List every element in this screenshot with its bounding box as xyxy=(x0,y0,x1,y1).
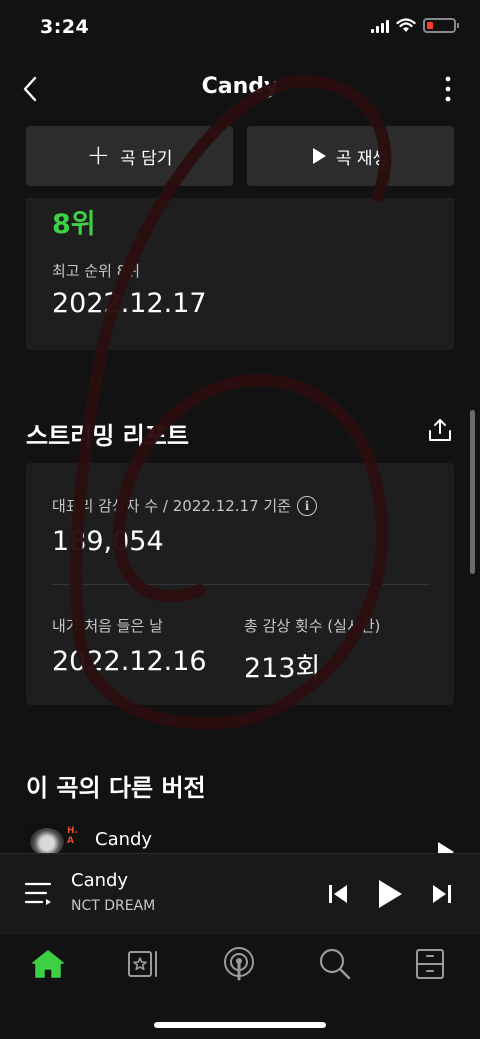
battery-icon xyxy=(423,18,459,33)
play-icon xyxy=(312,148,326,164)
queue-icon[interactable] xyxy=(24,878,54,908)
peak-rank-label: 최고 순위 8위 xyxy=(52,262,141,280)
other-versions-title: 이 곡의 다른 버전 xyxy=(26,774,206,802)
more-options-button[interactable] xyxy=(432,72,464,106)
more-vertical-icon xyxy=(445,76,451,102)
share-icon xyxy=(429,419,451,441)
first-listen-label: 내가 처음 들은 날 xyxy=(52,617,163,635)
album-art-image xyxy=(30,828,64,854)
current-rank: 8위 xyxy=(52,209,96,240)
version-title[interactable]: Candy xyxy=(95,829,152,850)
info-icon[interactable]: i xyxy=(296,495,317,516)
listener-count: 189,054 xyxy=(52,526,164,557)
skip-previous-icon xyxy=(329,885,347,903)
search-icon xyxy=(319,948,351,980)
share-button[interactable] xyxy=(424,414,456,446)
page-title: Candy xyxy=(201,74,279,99)
chart-rank-card: 8위 최고 순위 8위 2022.12.17 xyxy=(26,198,454,350)
peak-rank-date: 2022.12.17 xyxy=(52,288,207,319)
nav-search[interactable] xyxy=(311,944,359,984)
play-button[interactable] xyxy=(372,876,408,912)
previous-button[interactable] xyxy=(320,876,356,912)
listener-count-label: 대표리 감상자 수 / 2022.12.17 기준 xyxy=(52,497,291,515)
add-song-button[interactable]: + 곡 담기 xyxy=(26,126,233,186)
play-song-label: 곡 재생 xyxy=(335,148,389,169)
streaming-report-card: 대표리 감상자 수 / 2022.12.17 기준 i 189,054 내가 처… xyxy=(26,463,454,705)
now-playing-artist: NCT DREAM xyxy=(71,898,156,914)
play-song-button[interactable]: 곡 재생 xyxy=(247,126,454,186)
divider xyxy=(52,584,430,585)
total-plays-label: 총 감상 횟수 (실시간) xyxy=(244,617,381,635)
total-plays-value: 213회 xyxy=(244,653,321,684)
cellular-signal-icon xyxy=(371,19,389,33)
home-icon xyxy=(32,950,64,978)
first-listen-date: 2022.12.16 xyxy=(52,646,207,677)
status-icons xyxy=(371,18,459,33)
library-icon xyxy=(128,951,157,977)
nav-library[interactable] xyxy=(119,944,167,984)
skip-next-icon xyxy=(433,885,451,903)
listener-count-label-row: 대표리 감상자 수 / 2022.12.17 기준 i xyxy=(52,495,317,516)
album-art-text: H. A xyxy=(67,826,78,846)
play-icon xyxy=(379,880,402,908)
storage-icon xyxy=(416,949,444,979)
nav-storage[interactable] xyxy=(406,944,454,984)
add-song-label: 곡 담기 xyxy=(120,148,173,169)
nav-podcast[interactable] xyxy=(215,944,263,984)
podcast-icon xyxy=(224,947,254,981)
streaming-report-title: 스트리밍 리포트 xyxy=(26,422,189,450)
now-playing-title: Candy xyxy=(71,870,129,891)
nav-home[interactable] xyxy=(24,944,72,984)
scrollbar[interactable] xyxy=(470,410,475,574)
mini-player[interactable]: Candy NCT DREAM xyxy=(0,853,480,933)
next-button[interactable] xyxy=(424,876,460,912)
status-time: 3:24 xyxy=(40,16,90,38)
version-album-art[interactable]: H. A xyxy=(26,824,80,854)
plus-icon: + xyxy=(86,137,111,171)
wifi-icon xyxy=(396,18,416,32)
home-indicator xyxy=(154,1022,326,1028)
